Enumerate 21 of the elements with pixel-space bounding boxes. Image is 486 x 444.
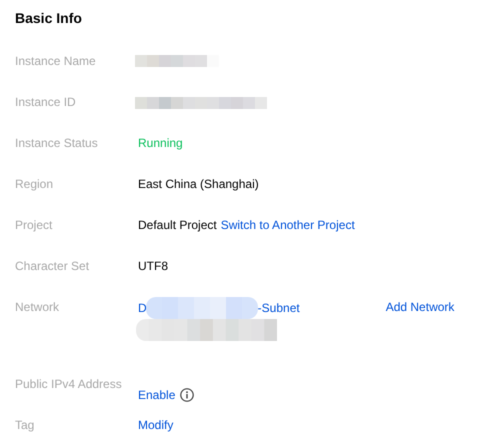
field-label: Project	[15, 217, 54, 234]
modify-link[interactable]: Modify	[138, 415, 174, 444]
subnet-link[interactable]: -Subnet	[258, 298, 300, 318]
field-label: Instance Name	[15, 53, 97, 70]
value-text: East China (Shanghai)	[138, 176, 259, 193]
field-label: Character Set	[15, 258, 90, 275]
section-title: Basic Info	[15, 9, 83, 28]
field-label: Public IPv4 Address	[15, 376, 123, 393]
enable-link[interactable]: Enable	[138, 384, 176, 404]
switch-project-link[interactable]: Switch to Another Project	[220, 215, 355, 256]
add-network-link[interactable]: Add Network	[386, 297, 454, 317]
field-label: Tag	[15, 417, 36, 434]
network-link[interactable]: D	[138, 298, 147, 318]
field-label: Network	[15, 299, 60, 316]
field-label: Instance ID	[15, 94, 77, 111]
info-icon[interactable]	[180, 388, 194, 402]
value-text: Default Project	[138, 217, 217, 234]
value-text: UTF8	[138, 258, 168, 275]
field-label: Region	[15, 176, 54, 193]
status-text: Running	[138, 135, 183, 152]
field-label: Instance Status	[15, 135, 99, 152]
